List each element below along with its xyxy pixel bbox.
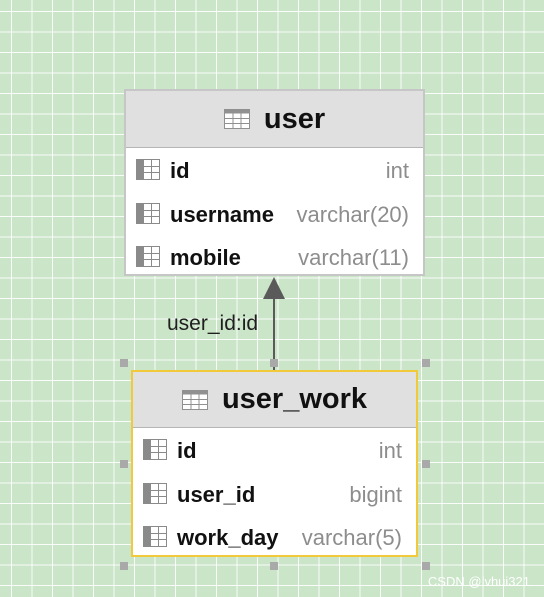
column-name: user_id [177, 481, 256, 507]
column-type: varchar(5) [301, 525, 402, 550]
column-row[interactable]: user_id bigint [133, 473, 416, 517]
column-icon [143, 439, 167, 460]
column-type: int [385, 158, 409, 183]
column-row[interactable]: id int [133, 429, 416, 473]
entity-title: user_work [221, 383, 368, 415]
relationship-label: user_id:id [167, 312, 259, 335]
resize-handle-top[interactable] [270, 359, 278, 367]
column-name: work_day [177, 525, 279, 550]
arrow-head [263, 277, 285, 299]
table-icon [181, 389, 208, 410]
resize-handle-bottom-right[interactable] [422, 562, 430, 570]
resize-handle-left[interactable] [120, 460, 128, 468]
column-row[interactable]: mobile varchar(11) [126, 236, 423, 280]
entity-user[interactable]: user id int username varchar(20) mobile … [124, 89, 425, 276]
column-name: id [177, 438, 197, 463]
column-row[interactable]: id int [126, 149, 423, 193]
entity-title: user [263, 102, 326, 135]
resize-handle-right[interactable] [422, 460, 430, 468]
entity-header[interactable]: user_work [133, 372, 416, 428]
entity-header[interactable]: user [126, 91, 423, 148]
table-icon [223, 109, 250, 129]
resize-handle-top-left[interactable] [120, 359, 128, 367]
column-type: int [378, 438, 402, 463]
column-row[interactable]: username varchar(20) [126, 193, 423, 237]
resize-handle-bottom[interactable] [270, 562, 278, 570]
column-name: mobile [170, 245, 241, 270]
resize-handle-top-right[interactable] [422, 359, 430, 367]
column-name: username [170, 201, 274, 227]
column-icon [136, 202, 160, 224]
column-type: varchar(20) [296, 201, 409, 227]
column-type: bigint [349, 481, 402, 507]
column-icon [143, 526, 167, 547]
column-icon [143, 482, 167, 504]
entity-user-work[interactable]: user_work id int user_id bigint work_day… [131, 370, 418, 557]
watermark: CSDN @lvhui321 [427, 574, 530, 589]
resize-handle-bottom-left[interactable] [120, 562, 128, 570]
column-icon [136, 246, 160, 267]
column-name: id [170, 158, 190, 183]
column-icon [136, 159, 160, 180]
column-type: varchar(11) [298, 245, 409, 270]
column-row[interactable]: work_day varchar(5) [133, 516, 416, 560]
